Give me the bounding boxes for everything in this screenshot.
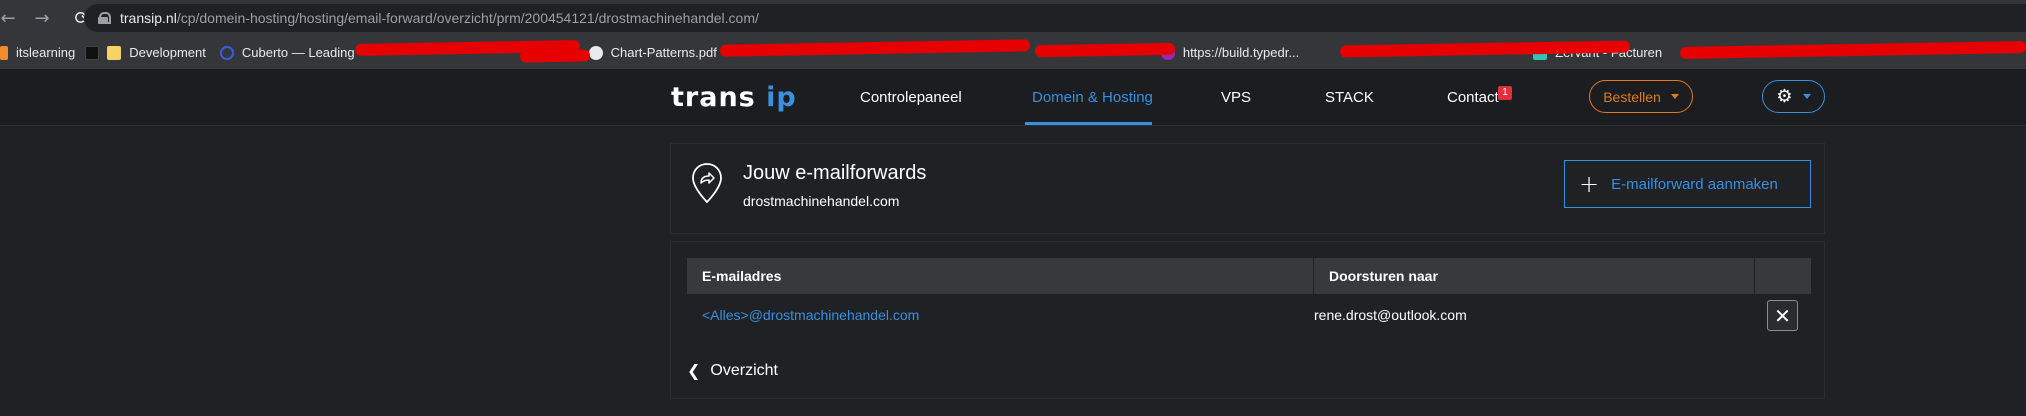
- bookmark-development[interactable]: Development: [85, 45, 220, 60]
- bookmark-cuberto[interactable]: Cuberto — Leading: [219, 45, 369, 60]
- delete-forward-button[interactable]: ✕: [1767, 300, 1798, 331]
- nav-controlepaneel[interactable]: Controlepaneel: [860, 89, 962, 106]
- nav-stack[interactable]: STACK: [1325, 89, 1374, 106]
- plus-icon: +: [1579, 170, 1600, 198]
- chevron-icon: [85, 45, 100, 60]
- location-pin-forward-icon: [692, 163, 722, 204]
- nav-contact[interactable]: Contact: [1447, 89, 1499, 106]
- forward-target: rene.drost@outlook.com: [1314, 307, 1467, 323]
- domain-subtitle: drostmachinehandel.com: [743, 193, 900, 209]
- address-bar[interactable]: transip.nl/cp/domein-hosting/hosting/ema…: [84, 4, 2026, 32]
- bestellen-button[interactable]: Bestellen: [1589, 80, 1693, 113]
- caret-down-icon: [1802, 94, 1811, 99]
- browser-chrome: ← → ⟳ transip.nl/cp/domein-hosting/hosti…: [0, 0, 2026, 69]
- transip-logo[interactable]: trans ip: [671, 82, 797, 113]
- column-header-forward: Doorsturen naar: [1314, 258, 1755, 294]
- globe-icon: [588, 45, 603, 60]
- bookmark-chart-patterns[interactable]: Chart-Patterns.pdf: [588, 45, 731, 60]
- nav-domein-hosting[interactable]: Domein & Hosting: [1032, 89, 1153, 106]
- redaction-scribble: [1034, 42, 1176, 58]
- cuberto-icon: [219, 45, 234, 60]
- gear-icon: ⚙: [1776, 86, 1793, 107]
- back-to-overview-link[interactable]: ❮ Overzicht: [687, 361, 778, 380]
- close-icon: ✕: [1774, 303, 1791, 328]
- table-header: E-mailadres Doorsturen naar: [687, 258, 1811, 294]
- account-menu-button[interactable]: ⚙: [1762, 80, 1825, 113]
- site-header: trans ip Controlepaneel Domein & Hosting…: [0, 69, 2026, 126]
- active-nav-indicator: [1025, 122, 1152, 125]
- column-header-email: E-mailadres: [687, 258, 1314, 294]
- nav-vps[interactable]: VPS: [1221, 89, 1251, 106]
- bookmark-itslearning[interactable]: itslearning: [0, 45, 89, 60]
- emailforwards-header-panel: Jouw e-mailforwards drostmachinehandel.c…: [670, 143, 1825, 234]
- bookmark-build-typedream[interactable]: https://build.typedr...: [1160, 45, 1313, 60]
- folder-icon: [107, 45, 122, 60]
- emailforwards-table-panel: E-mailadres Doorsturen naar <Alles>@dros…: [670, 241, 1825, 399]
- chevron-left-icon: ❮: [687, 361, 701, 380]
- table-row: <Alles>@drostmachinehandel.com rene.dros…: [687, 294, 1811, 336]
- urlbar-row: ← → ⟳ transip.nl/cp/domein-hosting/hosti…: [0, 0, 2026, 36]
- lock-icon: [98, 12, 111, 24]
- contact-notification-badge: 1: [1498, 86, 1512, 100]
- forward-arrow-icon[interactable]: →: [22, 8, 62, 29]
- create-emailforward-button[interactable]: + E-mailforward aanmaken: [1564, 160, 1811, 208]
- url-text: transip.nl/cp/domein-hosting/hosting/ema…: [120, 10, 759, 26]
- back-arrow-icon[interactable]: ←: [0, 8, 16, 29]
- itslearning-icon: [0, 45, 8, 60]
- redaction-scribble: [519, 49, 591, 63]
- caret-down-icon: [1670, 94, 1679, 99]
- email-address-link[interactable]: <Alles>@drostmachinehandel.com: [702, 307, 919, 323]
- page-title: Jouw e-mailforwards: [743, 162, 927, 184]
- column-header-actions: [1755, 258, 1811, 294]
